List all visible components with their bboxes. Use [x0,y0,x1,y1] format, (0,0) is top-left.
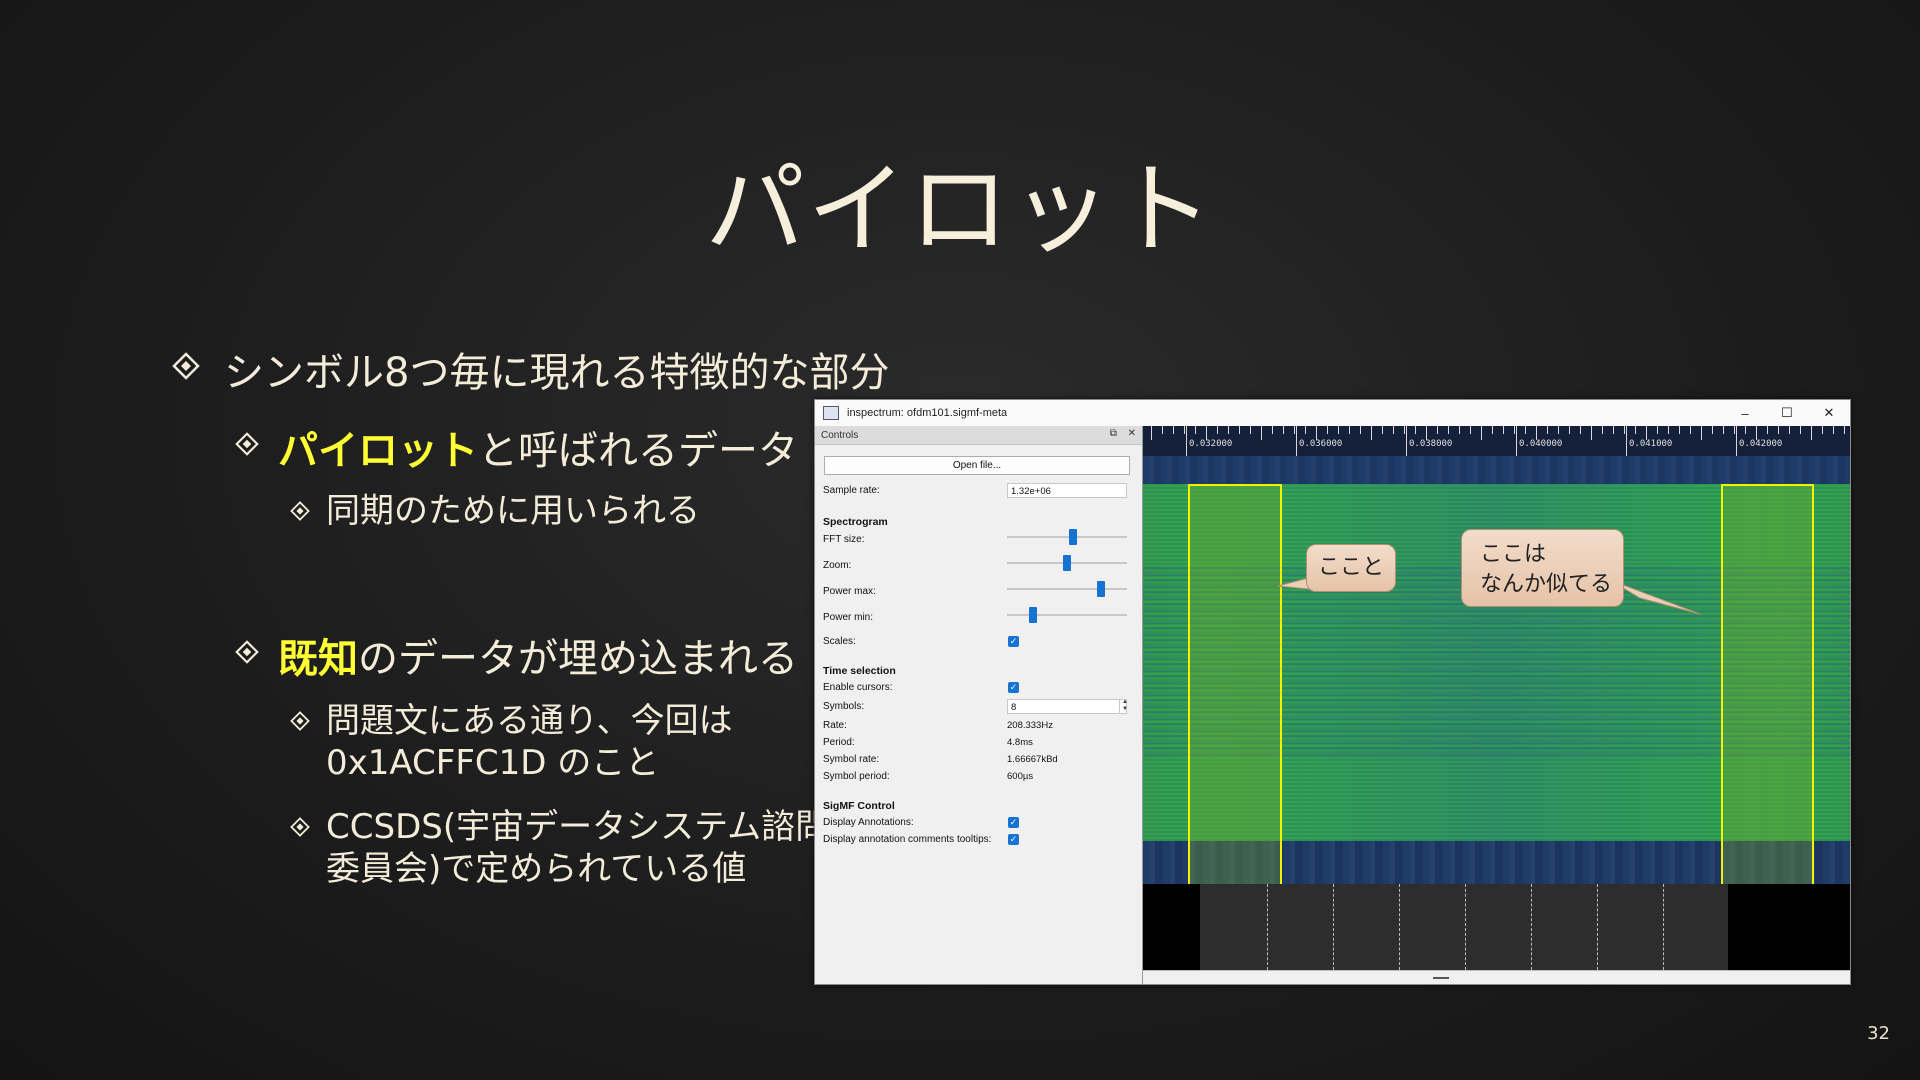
callout-left: ここと [1306,544,1396,592]
callout-right: ここは なんか似てる [1461,529,1624,607]
callout-line: なんか似てる [1480,572,1613,597]
callout-line: ここは [1480,542,1547,567]
callout-pointers [1277,574,1701,615]
